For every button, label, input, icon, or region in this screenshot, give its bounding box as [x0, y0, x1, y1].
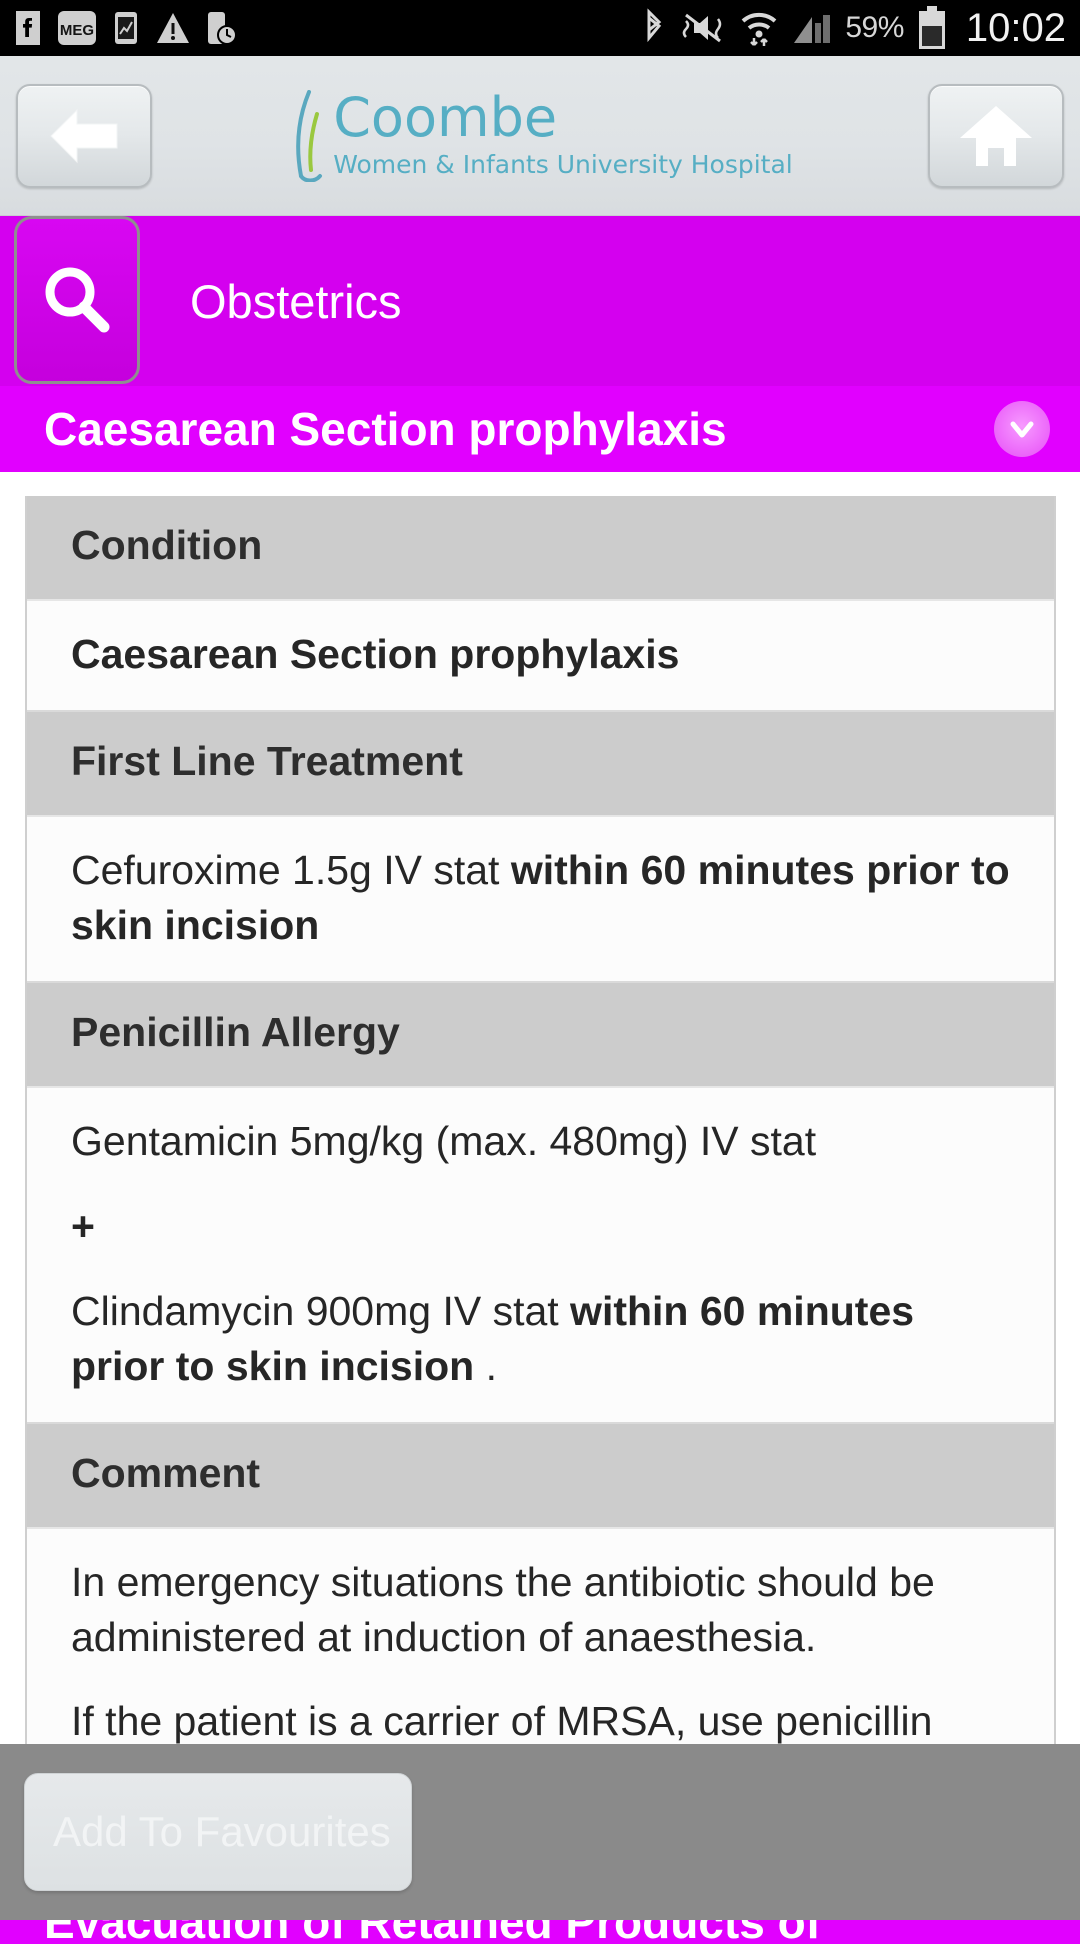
bluetooth-icon	[647, 8, 662, 43]
table-header-label: Condition	[71, 522, 263, 568]
meg-icon: MEG	[58, 11, 96, 45]
bottom-action-bar: Add To Favourites	[0, 1744, 1080, 1920]
search-bar: Obstetrics	[0, 216, 1080, 386]
table-row: Caesarean Section prophylaxis	[27, 601, 1054, 712]
clock-label: 10:02	[965, 5, 1066, 50]
detail-table: Condition Caesarean Section prophylaxis Fi…	[25, 496, 1056, 1835]
leaf-icon	[287, 89, 327, 182]
battery-percent-label: 59%	[845, 11, 904, 44]
screenshot-icon	[115, 12, 137, 44]
logo-title: Coombe	[333, 85, 558, 149]
section-header[interactable]: Caesarean Section prophylaxis	[0, 386, 1080, 472]
table-header-label: First Line Treatment	[71, 737, 463, 784]
table-cell-text: Cefuroxime 1.5g IV stat within 60 minute…	[71, 846, 1010, 948]
search-button[interactable]	[14, 216, 140, 384]
category-title: Obstetrics	[190, 274, 402, 328]
search-icon	[45, 267, 110, 333]
back-arrow-icon	[50, 108, 118, 163]
table-header-label: Comment	[71, 1449, 261, 1496]
mute-vibrate-icon	[683, 13, 722, 43]
status-bar: MEG 59% 10:02	[0, 0, 1080, 56]
table-cell-text: Caesarean Section prophylaxis	[71, 631, 680, 677]
table-row-header: First Line Treatment	[27, 711, 1054, 817]
table-row-header: Penicillin Allergy	[27, 982, 1054, 1088]
add-to-favourites-button[interactable]: Add To Favourites	[24, 1773, 412, 1891]
app-header: Coombe Women & Infants University Hospit…	[0, 56, 1080, 216]
detail-content: Condition Caesarean Section prophylaxis Fi…	[0, 472, 1080, 1835]
back-button[interactable]	[16, 83, 152, 188]
status-bar-system-icons: 59% 10:02	[641, 6, 1066, 51]
hospital-logo: Coombe Women & Infants University Hospit…	[152, 85, 928, 182]
table-cell-text: Gentamicin 5mg/kg (max. 480mg) IV stat + C…	[71, 1117, 915, 1389]
phone-clock-icon	[208, 12, 237, 45]
warning-icon	[157, 13, 189, 43]
add-to-favourites-label: Add To Favourites	[53, 1808, 391, 1855]
section-title: Caesarean Section prophylaxis	[44, 403, 727, 455]
chevron-down-icon[interactable]	[994, 401, 1050, 457]
table-row-header: Comment	[27, 1423, 1054, 1529]
table-row: Cefuroxime 1.5g IV stat within 60 minute…	[27, 816, 1054, 983]
table-header-label: Penicillin Allergy	[71, 1008, 400, 1055]
table-row: Gentamicin 5mg/kg (max. 480mg) IV stat + C…	[27, 1087, 1054, 1424]
home-button[interactable]	[928, 83, 1064, 188]
table-row-header: Condition	[27, 496, 1054, 601]
home-icon	[960, 105, 1032, 166]
wifi-icon	[742, 12, 777, 46]
status-bar-notification-icons: MEG	[14, 11, 238, 45]
svg-text:MEG: MEG	[60, 22, 94, 39]
facebook-icon	[16, 11, 40, 45]
battery-icon	[918, 6, 945, 49]
logo-subtitle: Women & Infants University Hospital	[333, 149, 793, 179]
signal-icon	[794, 15, 831, 43]
